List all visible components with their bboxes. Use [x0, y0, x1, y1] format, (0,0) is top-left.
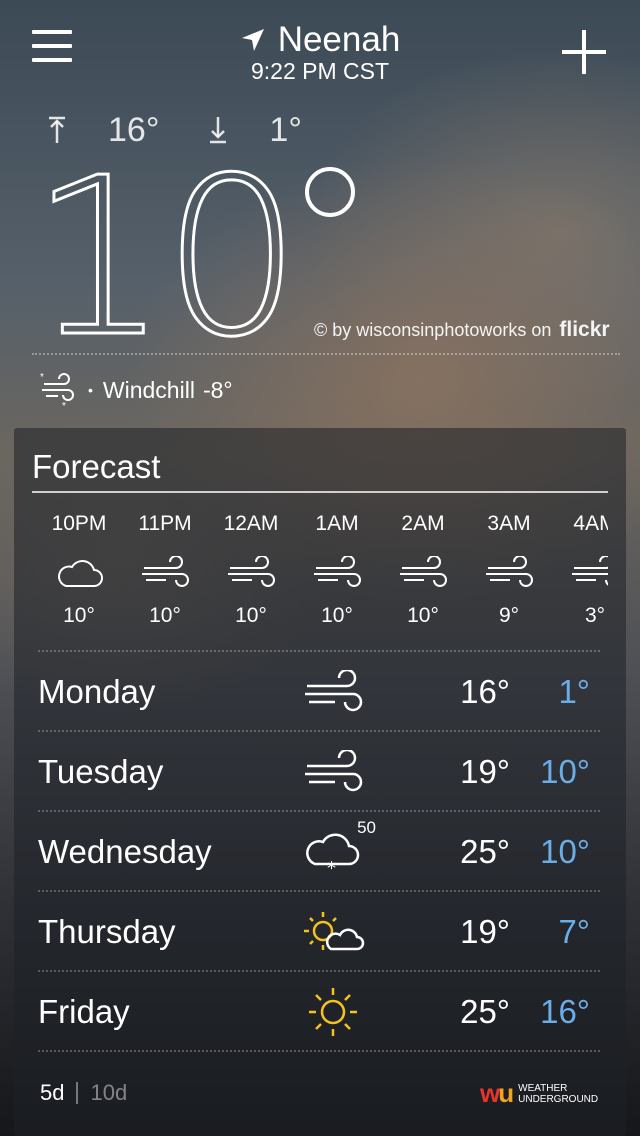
- forecast-title-underline: [32, 491, 608, 493]
- hour-item: 2AM 10°: [380, 512, 466, 642]
- hour-time: 12AM: [223, 512, 279, 535]
- windchill-label: Windchill: [102, 376, 195, 403]
- wind-icon: [572, 556, 608, 586]
- hour-temp: 10°: [63, 604, 95, 627]
- snow-cloud-icon: *: [306, 833, 360, 874]
- day-low: 16°: [540, 993, 590, 1030]
- tab-10-day[interactable]: 10d: [90, 1080, 127, 1106]
- row-divider: [38, 890, 600, 892]
- day-low: 10°: [540, 753, 590, 790]
- day-name: Tuesday: [38, 753, 164, 790]
- hour-temp: 10°: [235, 604, 267, 627]
- city-name[interactable]: Neenah: [278, 20, 401, 60]
- divider: [32, 353, 620, 355]
- wind-icon: [486, 556, 533, 587]
- flickr-logo: flickr: [559, 318, 610, 341]
- day-name: Monday: [38, 673, 156, 710]
- day-row-monday[interactable]: Monday 16° 1°: [38, 653, 600, 731]
- hour-temp: 10°: [321, 604, 353, 627]
- wind-icon: [228, 556, 275, 587]
- wind-icon: [142, 556, 189, 587]
- day-low: 1°: [558, 673, 590, 710]
- location-header: Neenah: [0, 18, 640, 62]
- row-divider: [38, 650, 600, 652]
- row-divider: [38, 810, 600, 812]
- row-divider: [38, 730, 600, 732]
- sun-icon: [309, 988, 357, 1036]
- windchill-value: -8°: [202, 376, 233, 403]
- weather-underground-logo[interactable]: wu WEATHER UNDERGROUND: [480, 1078, 598, 1109]
- photo-credit-text: © by wisconsinphotoworks on: [314, 319, 552, 340]
- wu-logo-letter-w: w: [480, 1078, 500, 1108]
- hour-time: 2AM: [401, 512, 445, 535]
- plus-icon[interactable]: [562, 30, 606, 74]
- day-row-tuesday[interactable]: Tuesday 19° 10°: [38, 733, 600, 811]
- row-divider: [38, 970, 600, 972]
- wind-icon: [305, 670, 363, 712]
- hourly-forecast-strip[interactable]: 10PM 10° 11PM 10° 12AM 10° 1AM 10° 2AM 1…: [36, 512, 608, 642]
- hour-item: 10PM 10°: [36, 512, 122, 642]
- wind-icon: [400, 556, 447, 587]
- wu-logo-text: WEATHER UNDERGROUND: [518, 1083, 598, 1105]
- day-row-friday[interactable]: Friday 25° 16°: [38, 973, 600, 1051]
- day-name: Wednesday: [38, 833, 212, 870]
- day-high: 19°: [460, 753, 510, 790]
- wind-icon: [314, 556, 361, 587]
- day-high: 25°: [460, 993, 510, 1030]
- wu-logo-mark: wu: [480, 1078, 514, 1109]
- hour-temp: 3°: [584, 604, 606, 627]
- photo-credit[interactable]: © by wisconsinphotoworks on flickr: [314, 318, 610, 342]
- day-high: 16°: [460, 673, 510, 710]
- hour-time: 1AM: [315, 512, 359, 535]
- hour-temp: 10°: [407, 604, 439, 627]
- wu-logo-line2: UNDERGROUND: [518, 1093, 599, 1105]
- hour-item: 11PM 10°: [122, 512, 208, 642]
- precip-chance: 50: [357, 818, 376, 837]
- tab-separator: [76, 1082, 79, 1104]
- row-divider: [38, 1050, 600, 1052]
- partly-sunny-icon: [304, 912, 365, 951]
- wind-icon: [305, 750, 363, 792]
- day-low: 10°: [540, 833, 590, 870]
- forecast-range-tabs: 5d 10d: [40, 1080, 127, 1106]
- hour-time: 11PM: [138, 512, 192, 535]
- day-name: Thursday: [38, 913, 176, 950]
- hour-temp: 9°: [498, 604, 520, 627]
- local-time: 9:22 PM CST: [250, 58, 390, 84]
- location-arrow-icon: [241, 29, 264, 51]
- hour-time: 3AM: [487, 512, 531, 535]
- forecast-title: Forecast: [32, 448, 161, 485]
- hour-temp: 10°: [149, 604, 181, 627]
- svg-text:*: *: [62, 401, 66, 410]
- cloud-icon: [58, 560, 103, 587]
- current-temperature: 10: [28, 132, 302, 385]
- tab-5-day[interactable]: 5d: [40, 1080, 64, 1106]
- wu-logo-line1: WEATHER: [518, 1082, 568, 1094]
- day-name: Friday: [38, 993, 130, 1030]
- hour-time: 4AM: [573, 512, 608, 535]
- day-high: 19°: [460, 913, 510, 950]
- degree-symbol: [305, 167, 355, 217]
- windchill-icon: * *: [40, 372, 74, 410]
- hour-item: 4AM 3°: [552, 512, 608, 642]
- hour-item: 1AM 10°: [294, 512, 380, 642]
- day-low: 7°: [558, 913, 590, 950]
- wu-logo-letter-u: u: [498, 1078, 514, 1108]
- day-row-thursday[interactable]: Thursday 19° 7°: [38, 893, 600, 971]
- day-row-wednesday[interactable]: Wednesday * 50 25° 10°: [38, 813, 600, 891]
- day-high: 25°: [460, 833, 510, 870]
- svg-text:*: *: [327, 858, 336, 874]
- svg-text:*: *: [40, 372, 44, 383]
- hour-time: 10PM: [51, 512, 107, 535]
- windchill-row: * * • Windchill -8°: [38, 370, 233, 410]
- hour-item: 3AM 9°: [466, 512, 552, 642]
- hour-item: 12AM 10°: [208, 512, 294, 642]
- separator-dot: •: [88, 382, 93, 398]
